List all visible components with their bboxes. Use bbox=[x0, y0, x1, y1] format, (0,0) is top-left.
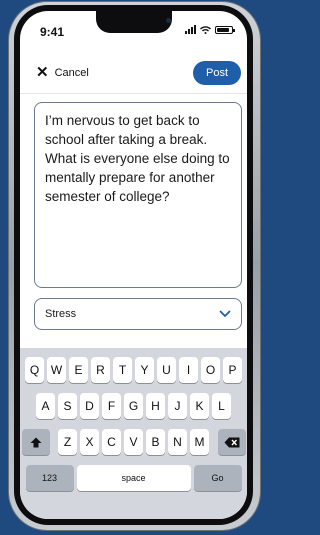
status-icons bbox=[185, 25, 235, 34]
key-b[interactable]: B bbox=[146, 429, 165, 455]
key-o[interactable]: O bbox=[201, 357, 220, 383]
key-t[interactable]: T bbox=[113, 357, 132, 383]
category-select[interactable]: Stress bbox=[34, 298, 242, 330]
key-n[interactable]: N bbox=[168, 429, 187, 455]
numbers-key[interactable]: 123 bbox=[25, 465, 74, 491]
keyboard-row-1: Q W E R T Y U I O P bbox=[20, 357, 247, 383]
category-selected-value: Stress bbox=[45, 308, 77, 320]
app-screen: 9:41 ✕ Cancel Post I’m nervous to get ba… bbox=[20, 11, 247, 519]
key-f[interactable]: F bbox=[102, 393, 121, 419]
keyboard-row-4: 123 space Go bbox=[20, 465, 247, 491]
key-l[interactable]: L bbox=[212, 393, 231, 419]
key-d[interactable]: D bbox=[80, 393, 99, 419]
key-p[interactable]: P bbox=[223, 357, 242, 383]
keyboard-row-3: Z X C V B N M bbox=[20, 429, 247, 455]
key-h[interactable]: H bbox=[146, 393, 165, 419]
keyboard: Q W E R T Y U I O P A S D F G H J K L Z … bbox=[20, 348, 247, 519]
space-key[interactable]: space bbox=[76, 465, 191, 491]
close-icon: ✕ bbox=[36, 64, 49, 81]
key-u[interactable]: U bbox=[157, 357, 176, 383]
keyboard-row-2: A S D F G H J K L bbox=[20, 393, 247, 419]
notch bbox=[96, 11, 172, 33]
shift-key[interactable] bbox=[21, 429, 50, 455]
key-z[interactable]: Z bbox=[58, 429, 77, 455]
delete-key[interactable] bbox=[217, 429, 246, 455]
key-k[interactable]: K bbox=[190, 393, 209, 419]
backspace-icon bbox=[224, 437, 239, 447]
cancel-label: Cancel bbox=[54, 66, 89, 79]
shift-arrow-icon bbox=[30, 437, 41, 447]
key-c[interactable]: C bbox=[102, 429, 121, 455]
key-e[interactable]: E bbox=[69, 357, 88, 383]
header-divider bbox=[20, 93, 247, 94]
camera-icon bbox=[166, 18, 171, 23]
post-button[interactable]: Post bbox=[193, 61, 241, 85]
key-q[interactable]: Q bbox=[25, 357, 44, 383]
key-w[interactable]: W bbox=[47, 357, 66, 383]
key-s[interactable]: S bbox=[58, 393, 77, 419]
key-r[interactable]: R bbox=[91, 357, 110, 383]
key-v[interactable]: V bbox=[124, 429, 143, 455]
battery-icon bbox=[215, 25, 235, 34]
key-g[interactable]: G bbox=[124, 393, 143, 419]
chevron-down-icon bbox=[219, 310, 231, 317]
key-y[interactable]: Y bbox=[135, 357, 154, 383]
signal-icon bbox=[185, 25, 196, 34]
key-a[interactable]: A bbox=[36, 393, 55, 419]
key-m[interactable]: M bbox=[190, 429, 209, 455]
status-time: 9:41 bbox=[40, 25, 65, 39]
cancel-button[interactable]: ✕ Cancel bbox=[36, 65, 89, 80]
post-text-area[interactable]: I’m nervous to get back to school after … bbox=[34, 102, 242, 288]
key-x[interactable]: X bbox=[80, 429, 99, 455]
go-key[interactable]: Go bbox=[193, 465, 242, 491]
wifi-icon bbox=[200, 25, 211, 34]
key-j[interactable]: J bbox=[168, 393, 187, 419]
key-i[interactable]: I bbox=[179, 357, 198, 383]
